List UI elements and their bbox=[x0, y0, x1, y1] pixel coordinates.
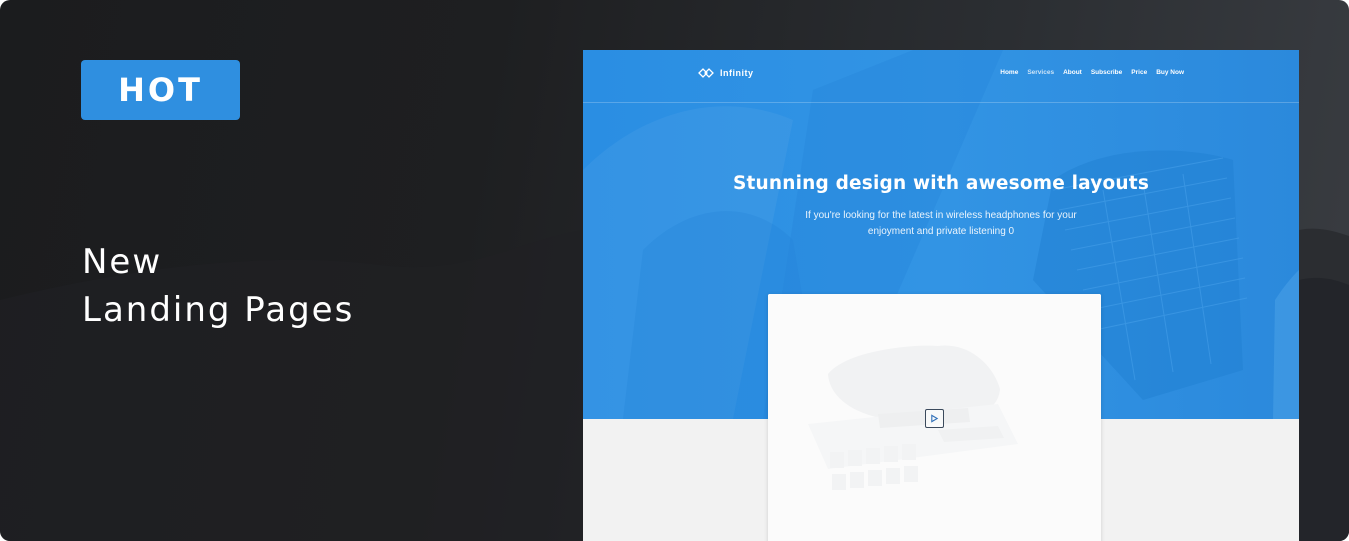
hero-subtitle-line-1: If you're looking for the latest in wire… bbox=[805, 210, 1077, 221]
nav-link-about[interactable]: About bbox=[1063, 69, 1082, 76]
nav-link-services[interactable]: Services bbox=[1027, 69, 1054, 76]
landing-page-preview: Infinity Home Services About Subscribe P… bbox=[583, 50, 1299, 541]
play-button[interactable] bbox=[925, 409, 944, 428]
nav-link-home[interactable]: Home bbox=[1000, 69, 1018, 76]
brand-name: Infinity bbox=[720, 68, 754, 78]
infinity-logo-icon bbox=[698, 68, 714, 78]
headline-line-1: New bbox=[82, 242, 163, 282]
nav-link-buy-now[interactable]: Buy Now bbox=[1156, 69, 1184, 76]
hero-title: Stunning design with awesome layouts bbox=[732, 173, 1150, 194]
headline-line-2: Landing Pages bbox=[82, 290, 355, 330]
brand-logo[interactable]: Infinity bbox=[698, 66, 754, 80]
play-icon bbox=[931, 414, 939, 423]
hero-subtitle: If you're looking for the latest in wire… bbox=[781, 208, 1101, 240]
headline: New Landing Pages bbox=[82, 238, 354, 334]
hot-badge: HOT bbox=[81, 60, 240, 120]
hero-subtitle-line-2: enjoyment and private listening 0 bbox=[867, 226, 1015, 237]
top-nav: Infinity Home Services About Subscribe P… bbox=[583, 50, 1299, 103]
video-card[interactable] bbox=[768, 294, 1101, 541]
nav-links: Home Services About Subscribe Price Buy … bbox=[1000, 69, 1184, 76]
nav-link-subscribe[interactable]: Subscribe bbox=[1091, 69, 1122, 76]
promo-banner: HOT New Landing Pages Infinity Home Serv… bbox=[0, 0, 1349, 541]
nav-link-price[interactable]: Price bbox=[1131, 69, 1147, 76]
